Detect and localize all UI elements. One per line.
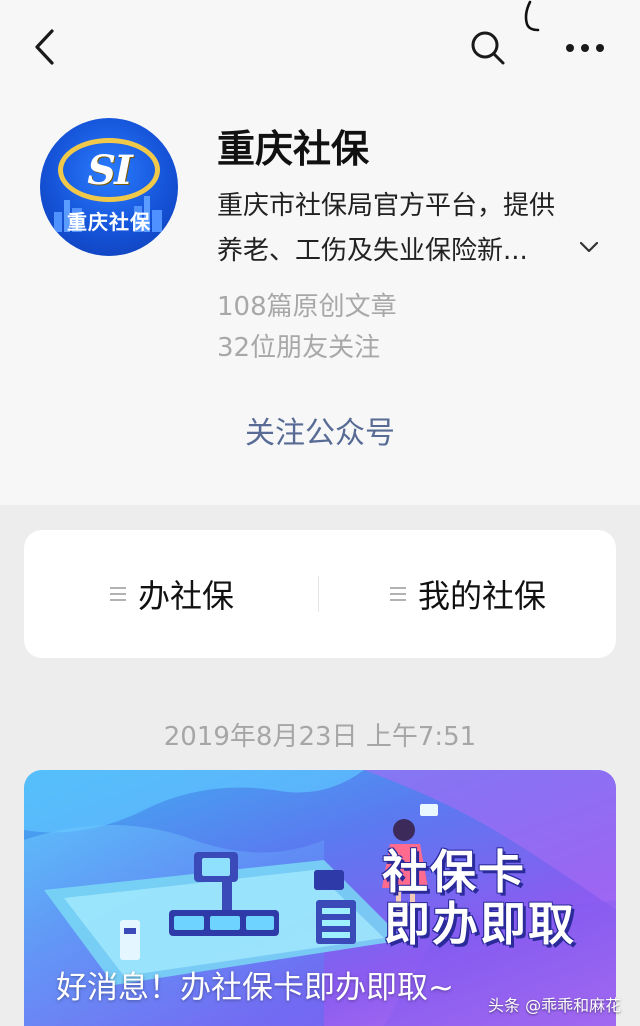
menu-item-label: 我的社保 <box>417 577 546 615</box>
description-line: 重庆市社保局官方平台，提供 <box>217 191 556 221</box>
chevron-down-icon <box>579 241 599 253</box>
back-button[interactable] <box>22 22 66 72</box>
message-timestamp: 2019年8月23日 上午7:51 <box>163 722 477 752</box>
more-dots-icon <box>566 44 604 52</box>
navigation-bar <box>0 0 640 96</box>
original-articles-count[interactable]: 108篇原创文章 <box>217 286 397 323</box>
menu-item-ban-shebao[interactable]: 办社保 <box>24 530 320 658</box>
article-title[interactable]: 好消息！办社保卡即办即取~ <box>56 962 454 1007</box>
follow-account-button[interactable]: 关注公众号 <box>200 402 440 458</box>
expand-description-button[interactable] <box>576 234 602 260</box>
friends-following-count[interactable]: 32位朋友关注 <box>217 327 380 364</box>
account-name: 重庆社保 <box>217 127 370 171</box>
account-avatar[interactable]: SI <box>40 118 178 256</box>
account-profile-section: SI 重庆社保 重庆社保 重庆市社保局官方平台，提供 养老、工伤及失业保险新..… <box>0 0 640 505</box>
hamburger-icon <box>109 587 126 601</box>
menu-divider <box>318 576 319 612</box>
chevron-left-icon <box>35 29 54 65</box>
hamburger-icon <box>389 587 406 601</box>
source-watermark: 头条 @乖乖和麻花 <box>488 996 622 1015</box>
more-options-button[interactable] <box>560 30 610 66</box>
menu-item-label: 办社保 <box>137 577 234 615</box>
account-description: 重庆市社保局官方平台，提供 养老、工伤及失业保险新... <box>217 184 597 274</box>
account-menu: 办社保 我的社保 <box>24 530 616 658</box>
description-line: 养老、工伤及失业保险新... <box>217 236 528 266</box>
avatar-label: 重庆社保 <box>67 210 151 234</box>
search-button[interactable] <box>466 26 510 70</box>
search-icon <box>471 31 505 65</box>
banner-headline-line2: 即办即取 <box>384 897 576 951</box>
pen-mark <box>524 0 540 32</box>
menu-item-my-shebao[interactable]: 我的社保 <box>320 530 616 658</box>
